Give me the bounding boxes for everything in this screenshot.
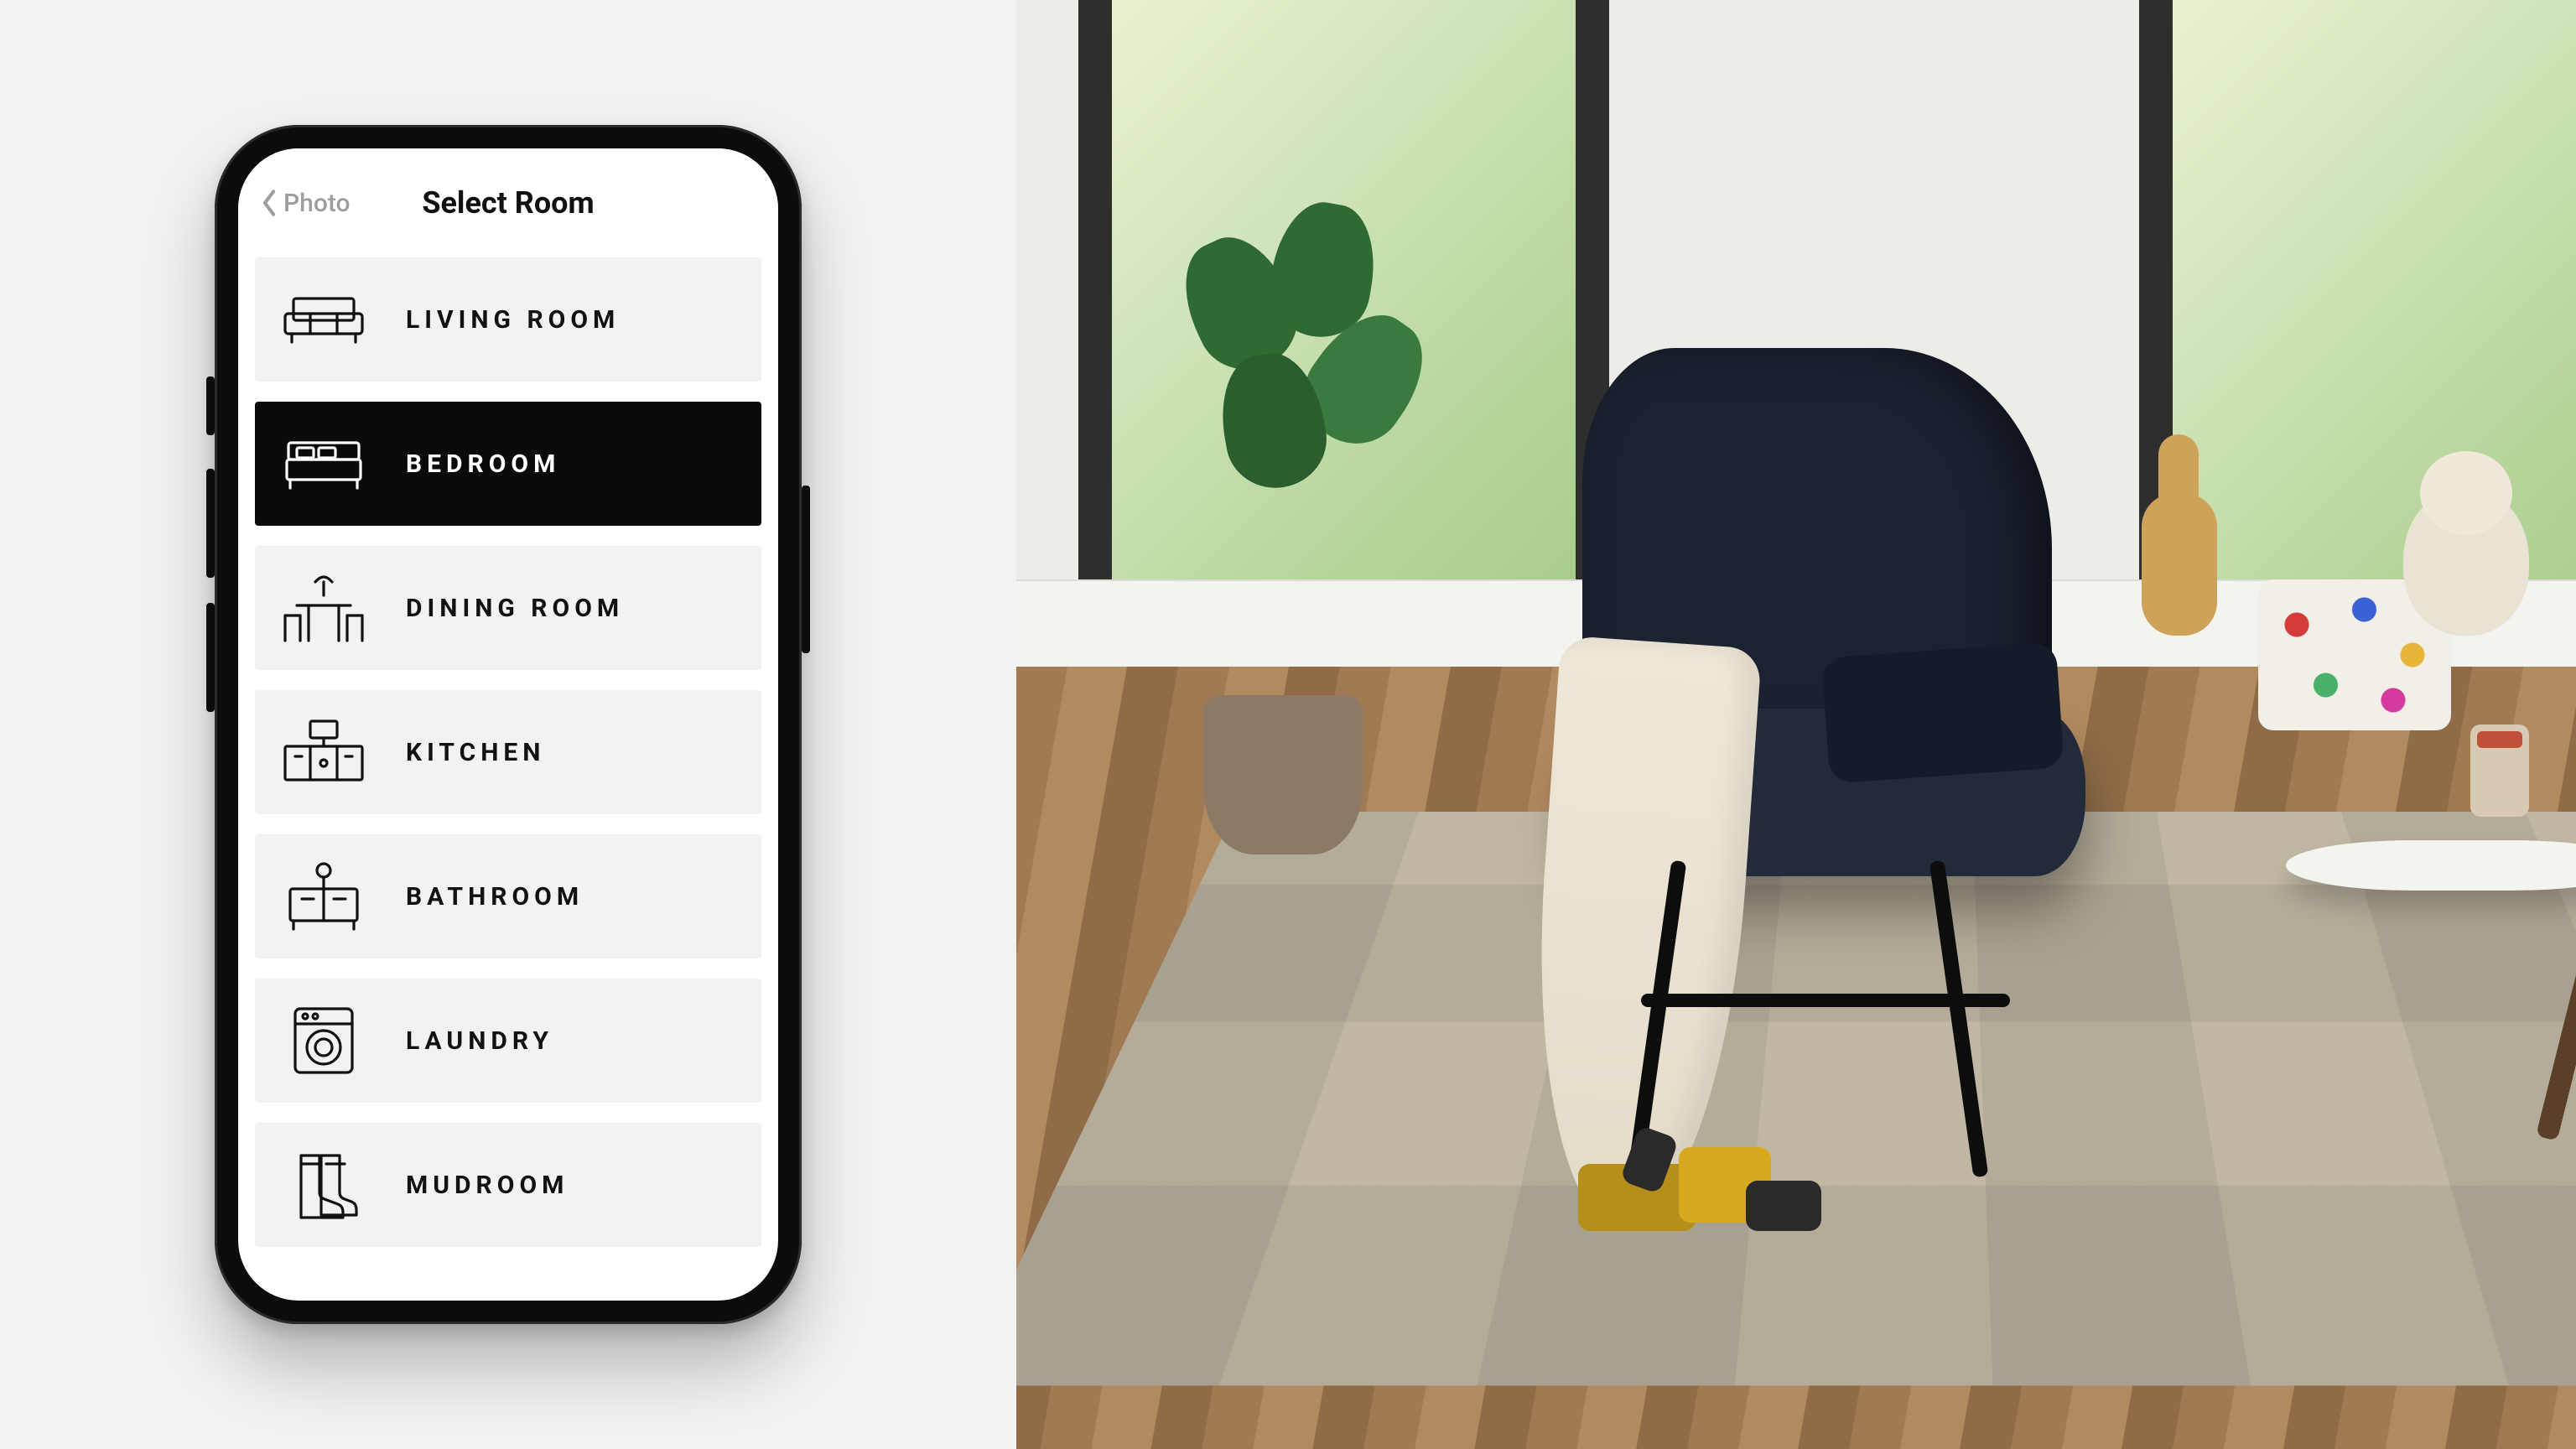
room-list: LIVING ROOM — [238, 257, 778, 1301]
back-button[interactable]: Photo — [260, 148, 351, 257]
phone-volume-up — [206, 469, 215, 578]
app-header: Photo Select Room — [238, 148, 778, 257]
room-label: LAUNDRY — [406, 1026, 553, 1056]
phone-volume-down — [206, 603, 215, 712]
sofa-icon — [278, 293, 369, 345]
room-label: BATHROOM — [406, 882, 584, 911]
dining-icon — [278, 570, 369, 646]
boots-icon — [278, 1147, 369, 1223]
room-label: KITCHEN — [406, 738, 545, 767]
room-item-living-room[interactable]: LIVING ROOM — [255, 257, 761, 382]
back-label: Photo — [283, 189, 351, 218]
phone-power-button — [802, 486, 810, 653]
room-photo — [1016, 0, 2576, 1449]
room-item-bathroom[interactable]: BATHROOM — [255, 834, 761, 958]
room-label: LIVING ROOM — [406, 305, 620, 335]
room-item-mudroom[interactable]: MUDROOM — [255, 1123, 761, 1247]
room-item-bedroom[interactable]: BEDROOM — [255, 402, 761, 526]
page-title: Select Room — [422, 185, 594, 221]
bed-icon — [278, 436, 369, 491]
room-item-dining-room[interactable]: DINING ROOM — [255, 546, 761, 670]
chevron-left-icon — [260, 189, 278, 217]
bath-icon — [278, 860, 369, 932]
phone-mute-switch — [206, 377, 215, 435]
room-label: BEDROOM — [406, 449, 560, 479]
room-item-kitchen[interactable]: KITCHEN — [255, 690, 761, 814]
room-item-laundry[interactable]: LAUNDRY — [255, 979, 761, 1103]
phone-frame: Photo Select Room — [215, 125, 802, 1324]
washer-icon — [278, 1004, 369, 1078]
mockup-pane: Photo Select Room — [0, 0, 1016, 1449]
kitchen-icon — [278, 716, 369, 788]
phone-screen: Photo Select Room — [238, 148, 778, 1301]
room-label: MUDROOM — [406, 1171, 569, 1200]
room-label: DINING ROOM — [406, 594, 624, 623]
